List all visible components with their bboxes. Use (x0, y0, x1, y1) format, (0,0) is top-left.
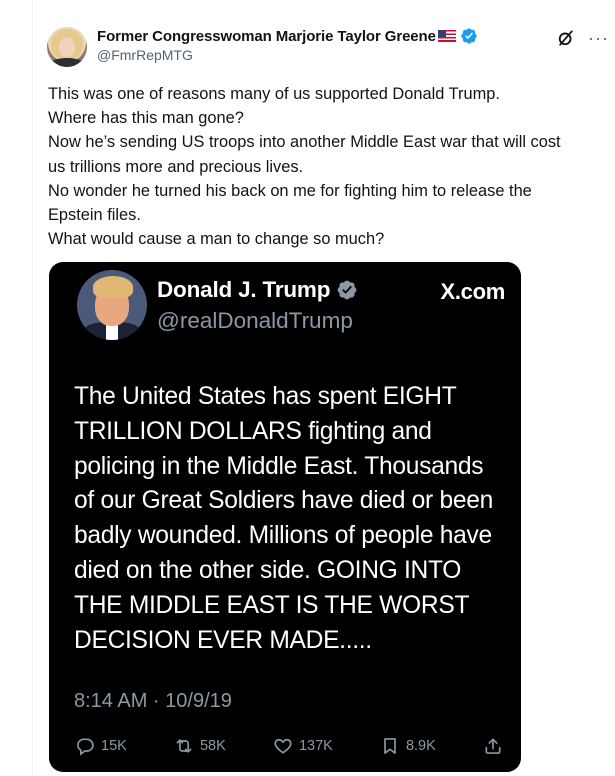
post-text-line: This was one of reasons many of us suppo… (48, 85, 500, 103)
post-header: Former Congresswoman Marjorie Taylor Gre… (97, 26, 478, 63)
post-text-line: Epstein files. (48, 206, 141, 225)
embedded-author-avatar (77, 270, 147, 340)
grok-icon[interactable] (556, 28, 576, 48)
repost-metric: 58K (174, 736, 226, 756)
embedded-text-line: THE MIDDLE EAST IS THE WORST (74, 591, 470, 619)
avatar-face (59, 37, 75, 57)
embedded-post-image[interactable]: Donald J. Trump @realDonaldTrump X.com T… (49, 262, 521, 772)
post-text-line: Now he’s sending US troops into another … (48, 133, 561, 152)
us-flag-icon (437, 30, 456, 42)
avatar-hair (93, 276, 133, 298)
embedded-timestamp: 8:14 AM · 10/9/19 (74, 690, 232, 712)
reply-icon (77, 738, 94, 756)
post-text-line: us trillions more and precious lives. (48, 157, 304, 176)
embedded-text-line: died on the other side. GOING INTO (74, 556, 462, 584)
reply-count: 15K (101, 738, 127, 754)
heart-icon (274, 738, 292, 754)
embedded-author-name-row: Donald J. Trump (157, 277, 358, 303)
embedded-text-line: The United States has spent EIGHT (74, 383, 457, 410)
like-count: 137K (298, 738, 333, 754)
embedded-text-line: policing in the Middle East. Thousands (74, 452, 484, 480)
post-card: Former Congresswoman Marjorie Taylor Gre… (32, 0, 615, 776)
views-count: 8.9K (405, 738, 436, 754)
share-metric (483, 736, 503, 756)
embedded-author-handle: @realDonaldTrump (157, 308, 353, 333)
author-name-row: Former Congresswoman Marjorie Taylor Gre… (97, 26, 478, 46)
repost-count: 58K (199, 738, 226, 754)
embedded-text-line: DECISION EVER MADE..... (74, 626, 372, 654)
verified-badge-icon (461, 28, 477, 44)
embedded-post-text: The United States has spent EIGHT TRILLI… (74, 380, 514, 658)
embedded-text-line: badly wounded. Millions of people have (74, 522, 492, 550)
like-metric: 137K (273, 736, 333, 756)
bookmark-icon (384, 738, 396, 754)
reply-metric: 15K (75, 736, 127, 756)
views-metric: 8.9K (380, 736, 436, 756)
verified-badge-icon (337, 280, 357, 300)
post-text: This was one of reasons many of us suppo… (48, 82, 604, 251)
author-handle[interactable]: @FmrRepMTG (97, 47, 478, 63)
embedded-author-name: Donald J. Trump (157, 277, 331, 302)
more-icon[interactable]: ··· (588, 28, 609, 48)
embedded-brand-label: X.com (440, 279, 505, 304)
author-avatar[interactable] (47, 27, 87, 67)
post-text-line: Where has this man gone? (48, 109, 244, 128)
avatar-shoulders (49, 58, 85, 67)
embedded-text-line: of our Great Soldiers have died or been (74, 487, 493, 515)
post-text-line: What would cause a man to change so much… (48, 230, 385, 249)
share-icon (485, 738, 501, 754)
embedded-metrics-bar: 15K 58K 137K 8.9K (75, 736, 503, 756)
post-text-line: No wonder he turned his back on me for f… (48, 181, 532, 200)
embedded-text-line: TRILLION DOLLARS fighting and (74, 417, 432, 445)
post-top-actions: ··· (556, 28, 609, 48)
repost-icon (176, 739, 192, 753)
author-name[interactable]: Former Congresswoman Marjorie Taylor Gre… (97, 28, 436, 45)
